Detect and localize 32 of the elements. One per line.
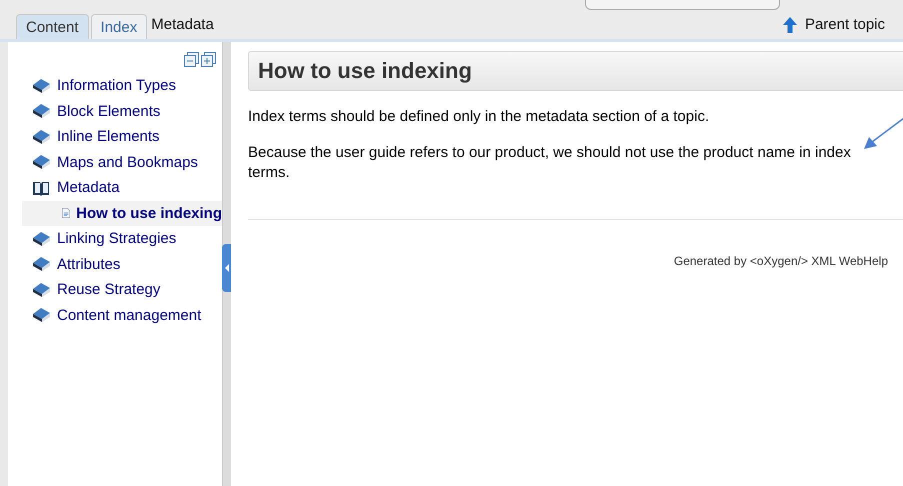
book-icon [32,128,51,145]
annotation-arrow [864,117,903,150]
toc-item[interactable]: Reuse Strategy [8,277,222,302]
up-arrow-icon [782,16,797,32]
toc-item[interactable]: Attributes [8,252,222,277]
breadcrumb: Metadata [151,16,215,33]
parent-topic-link[interactable]: Parent topic [782,16,885,33]
topic-title: How to use indexing [258,58,472,84]
toc-item[interactable]: How to use indexing [22,200,222,226]
collapse-sidebar-handle[interactable] [222,244,231,292]
toc-item[interactable]: Content management [8,302,222,328]
toc-item[interactable]: Inline Elements [8,124,222,150]
toc-item[interactable]: Linking Strategies [8,226,222,252]
toc-item[interactable]: Block Elements [8,98,222,124]
toc-item[interactable]: Maps and Bookmaps [8,150,222,175]
expand-all-icon[interactable] [201,52,216,67]
footer-text: Generated by <oXygen/> XML WebHelp [674,254,888,268]
book-icon [32,307,51,324]
open-book-icon [32,180,51,196]
book-icon [32,256,51,272]
tab[interactable]: Content [16,14,89,39]
book-icon [32,282,51,298]
toc-item[interactable]: Metadata [8,175,222,200]
book-icon [32,230,51,247]
book-icon [32,103,51,120]
paragraph: Index terms should be defined only in the metadata section of a topic. [248,107,710,127]
paragraph: Because the user guide refers to our product, we should not use the product name in index terms. [248,143,852,183]
book-icon [32,78,51,94]
toc-item[interactable]: Information Types [8,73,222,98]
tab[interactable]: Index [90,14,148,39]
collapse-all-icon[interactable] [184,52,199,67]
book-icon [32,154,51,170]
